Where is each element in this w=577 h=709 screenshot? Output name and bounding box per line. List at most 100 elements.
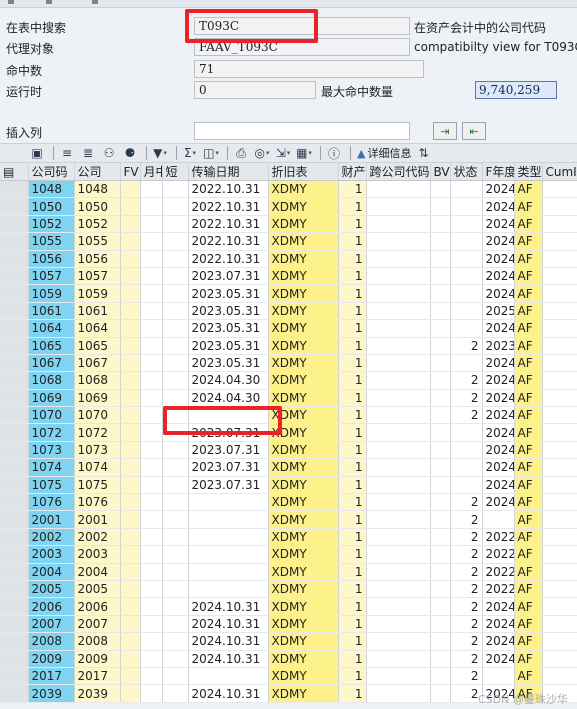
cell-asset[interactable]: 1 — [338, 319, 367, 338]
cell-cross-company[interactable] — [366, 667, 431, 686]
cell-bv[interactable] — [430, 684, 451, 703]
cell-transfer-date[interactable] — [188, 563, 269, 581]
cell-cumins[interactable] — [542, 406, 577, 425]
insert-column-button[interactable]: ⇥ — [433, 122, 457, 140]
cell-fv[interactable] — [120, 510, 141, 529]
row-selector[interactable] — [0, 319, 29, 338]
cell-dep-table[interactable]: XDMY — [268, 684, 339, 703]
cell-fiscal-year[interactable]: 2024 — [482, 284, 515, 303]
cell-type[interactable]: AF — [514, 197, 543, 216]
cell-dep-table[interactable]: XDMY — [268, 232, 339, 251]
cell-asset[interactable]: 1 — [338, 493, 367, 512]
cell-short[interactable] — [162, 197, 189, 216]
cell-company-key[interactable]: 2001 — [28, 510, 75, 529]
cell-asset[interactable]: 1 — [338, 476, 367, 495]
cell-mid-month[interactable] — [140, 528, 163, 547]
row-selector[interactable] — [0, 458, 29, 477]
cell-company[interactable]: 2004 — [74, 563, 121, 581]
cell-short[interactable] — [162, 337, 189, 355]
cell-status[interactable] — [450, 197, 483, 216]
cell-bv[interactable] — [430, 580, 451, 599]
row-selector[interactable] — [0, 337, 29, 355]
cell-asset[interactable]: 1 — [338, 650, 367, 668]
table-row[interactable]: 1070 1070 XDMY 1 2 2024 AF — [0, 406, 577, 425]
cell-type[interactable]: AF — [514, 250, 543, 268]
cell-dep-table[interactable]: XDMY — [268, 528, 339, 547]
cell-fiscal-year[interactable] — [482, 510, 515, 529]
view-icon[interactable]: ◎ ▾ — [253, 145, 271, 161]
column-header[interactable]: BV — [430, 163, 451, 181]
cell-bv[interactable] — [430, 250, 451, 268]
cell-cumins[interactable] — [542, 302, 577, 321]
cell-company-key[interactable]: 2002 — [28, 528, 75, 547]
cell-company[interactable]: 2008 — [74, 632, 121, 651]
cell-fv[interactable] — [120, 284, 141, 303]
cell-cross-company[interactable] — [366, 476, 431, 495]
cell-company[interactable]: 1069 — [74, 389, 121, 408]
cell-type[interactable]: AF — [514, 510, 543, 529]
cell-bv[interactable] — [430, 180, 451, 199]
cell-short[interactable] — [162, 667, 189, 686]
cell-transfer-date[interactable]: 2024.10.31 — [188, 597, 269, 616]
cell-cumins[interactable] — [542, 510, 577, 529]
cell-bv[interactable] — [430, 441, 451, 460]
cell-cumins[interactable] — [542, 389, 577, 408]
table-row[interactable]: 1052 1052 2022.10.31 XDMY 1 2024 AF — [0, 215, 577, 234]
row-selector[interactable] — [0, 510, 29, 529]
cell-fv[interactable] — [120, 476, 141, 495]
cell-short[interactable] — [162, 615, 189, 634]
cell-short[interactable] — [162, 493, 189, 512]
cell-fv[interactable] — [120, 267, 141, 286]
cell-type[interactable]: AF — [514, 597, 543, 616]
table-row[interactable]: 1050 1050 2022.10.31 XDMY 1 2024 AF — [0, 197, 577, 216]
cell-mid-month[interactable] — [140, 493, 163, 512]
cell-company[interactable]: 1055 — [74, 232, 121, 251]
cell-cumins[interactable] — [542, 493, 577, 512]
cell-short[interactable] — [162, 632, 189, 651]
cell-type[interactable]: AF — [514, 267, 543, 286]
cell-short[interactable] — [162, 684, 189, 703]
cell-bv[interactable] — [430, 406, 451, 425]
cell-asset[interactable]: 1 — [338, 302, 367, 321]
cell-bv[interactable] — [430, 284, 451, 303]
cell-company[interactable]: 1052 — [74, 215, 121, 234]
cell-mid-month[interactable] — [140, 337, 163, 355]
cell-mid-month[interactable] — [140, 476, 163, 495]
cell-dep-table[interactable]: XDMY — [268, 250, 339, 268]
cell-fv[interactable] — [120, 615, 141, 634]
cell-company[interactable]: 1074 — [74, 458, 121, 477]
cell-asset[interactable]: 1 — [338, 215, 367, 234]
cell-fiscal-year[interactable]: 2024 — [482, 354, 515, 373]
table-row[interactable]: 1068 1068 2024.04.30 XDMY 1 2 2024 AF — [0, 371, 577, 390]
cell-dep-table[interactable]: XDMY — [268, 267, 339, 286]
cell-company-key[interactable]: 1061 — [28, 302, 75, 321]
cell-company-key[interactable]: 1056 — [28, 250, 75, 268]
table-row[interactable]: 1069 1069 2024.04.30 XDMY 1 2 2024 AF — [0, 389, 577, 408]
toolbar-icon[interactable] — [8, 0, 14, 4]
cell-company[interactable]: 1048 — [74, 180, 121, 199]
cell-mid-month[interactable] — [140, 389, 163, 408]
cell-dep-table[interactable]: XDMY — [268, 458, 339, 477]
row-selector[interactable] — [0, 528, 29, 547]
cell-transfer-date[interactable]: 2024.10.31 — [188, 632, 269, 651]
cell-dep-table[interactable]: XDMY — [268, 476, 339, 495]
cell-fv[interactable] — [120, 232, 141, 251]
cell-cumins[interactable] — [542, 180, 577, 199]
cell-cumins[interactable] — [542, 563, 577, 581]
cell-fv[interactable] — [120, 528, 141, 547]
cell-company-key[interactable]: 1055 — [28, 232, 75, 251]
cell-fv[interactable] — [120, 545, 141, 564]
cell-transfer-date[interactable]: 2023.07.31 — [188, 458, 269, 477]
cell-mid-month[interactable] — [140, 302, 163, 321]
info-icon[interactable]: ⓘ — [325, 145, 343, 161]
cell-fiscal-year[interactable]: 2024 — [482, 615, 515, 634]
cell-fiscal-year[interactable]: 2024 — [482, 180, 515, 199]
cell-status[interactable]: 2 — [450, 563, 483, 581]
cell-bv[interactable] — [430, 354, 451, 373]
find-icon[interactable]: ⚇ — [100, 145, 118, 161]
cell-cross-company[interactable] — [366, 632, 431, 651]
cell-fiscal-year[interactable]: 2022 — [482, 580, 515, 599]
cell-bv[interactable] — [430, 650, 451, 668]
cell-bv[interactable] — [430, 232, 451, 251]
table-row[interactable]: 1064 1064 2023.05.31 XDMY 1 2024 AF — [0, 319, 577, 338]
